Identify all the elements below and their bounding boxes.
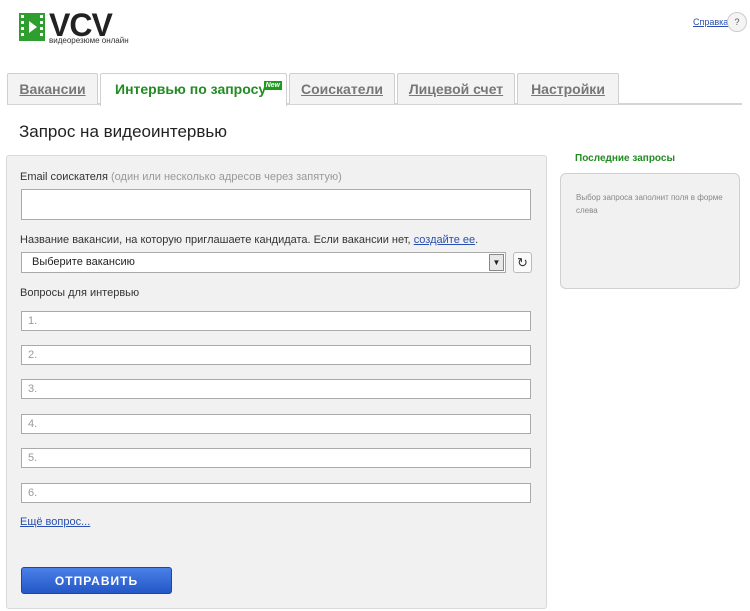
question-input-4[interactable] <box>21 414 531 434</box>
main-tabs: Вакансии Интервью по запросу New Соискат… <box>7 73 742 106</box>
vacancy-select[interactable]: Выберите вакансию ▼ <box>21 252 506 273</box>
tab-label: Вакансии <box>19 81 86 97</box>
interview-request-form: Email соискателя (один или несколько адр… <box>6 155 547 609</box>
email-label: Email соискателя (один или несколько адр… <box>20 171 342 183</box>
questions-label: Вопросы для интервью <box>20 287 140 299</box>
tab-account[interactable]: Лицевой счет <box>397 73 515 104</box>
email-field[interactable] <box>21 189 531 220</box>
submit-button[interactable]: ОТПРАВИТЬ <box>21 567 172 594</box>
question-input-3[interactable] <box>21 379 531 399</box>
add-question-link[interactable]: Ещё вопрос... <box>20 516 90 528</box>
chevron-down-icon[interactable]: ▼ <box>489 254 504 271</box>
vacancy-label-suffix: . <box>475 234 479 246</box>
film-logo-icon <box>19 13 45 41</box>
tab-label: Лицевой счет <box>408 81 504 97</box>
vacancy-select-value: Выберите вакансию <box>32 256 135 268</box>
recent-requests-hint: Выбор запроса заполнит поля в форме слев… <box>576 193 723 215</box>
vacancy-label: Название вакансии, на которую приглашает… <box>20 234 478 246</box>
tab-label: Настройки <box>531 81 605 97</box>
tab-settings[interactable]: Настройки <box>517 73 619 104</box>
logo-subtitle: видеорезюме онлайн <box>49 36 129 45</box>
refresh-icon[interactable]: ↻ <box>513 252 532 273</box>
email-hint: (один или несколько адресов через запяту… <box>110 171 342 183</box>
recent-requests-panel: Выбор запроса заполнит поля в форме слев… <box>560 173 740 289</box>
new-badge: New <box>263 81 282 90</box>
page-title: Запрос на видеоинтервью <box>19 122 228 141</box>
recent-requests-title: Последние запросы <box>575 153 676 164</box>
question-input-5[interactable] <box>21 448 531 468</box>
tab-applicants[interactable]: Соискатели <box>289 73 395 104</box>
question-input-6[interactable] <box>21 483 531 503</box>
help-link[interactable]: Справка <box>693 17 728 27</box>
help-icon[interactable]: ? <box>727 12 747 32</box>
tab-label: Соискатели <box>301 81 383 97</box>
tab-label: Интервью по запросу <box>115 81 267 97</box>
vacancy-label-text: Название вакансии, на которую приглашает… <box>20 234 411 246</box>
question-input-2[interactable] <box>21 345 531 365</box>
email-label-text: Email соискателя <box>20 171 108 183</box>
tab-vacancies[interactable]: Вакансии <box>7 73 98 104</box>
tab-interview-on-request[interactable]: Интервью по запросу New <box>100 73 287 106</box>
question-input-1[interactable] <box>21 311 531 331</box>
logo[interactable]: VCV видеорезюме онлайн <box>19 7 129 45</box>
create-vacancy-link[interactable]: создайте ее <box>414 234 475 246</box>
